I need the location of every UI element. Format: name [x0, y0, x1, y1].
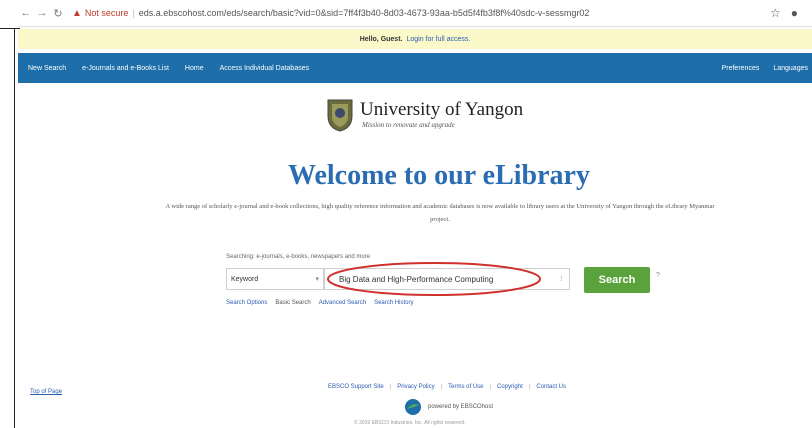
- university-motto: Mission to renovate and upgrade: [362, 121, 455, 129]
- guest-bar: Hello, Guest. Login for full access.: [18, 29, 812, 49]
- back-icon[interactable]: ←: [18, 7, 34, 19]
- nav-preferences[interactable]: Preferences: [722, 65, 760, 72]
- chevron-down-icon: ▾: [315, 276, 319, 283]
- nav-new-search[interactable]: New Search: [28, 65, 66, 72]
- browser-address-bar: ← → ↻ ▲ Not secure | eds.a.ebscohost.com…: [18, 0, 812, 27]
- login-link[interactable]: Login for full access.: [406, 36, 470, 43]
- search-history-link[interactable]: Search History: [374, 300, 413, 306]
- ebsco-logo-icon: [405, 399, 421, 415]
- red-highlight-circle: [327, 262, 541, 296]
- search-sublinks: Search Options Basic Search Advanced Sea…: [226, 300, 413, 306]
- welcome-description: A wide range of scholarly e-journal and …: [165, 203, 715, 223]
- frame-line: [14, 28, 15, 428]
- search-caption: Searching: e-journals, e-books, newspape…: [226, 254, 371, 260]
- profile-icon[interactable]: ●: [791, 6, 798, 20]
- advanced-search-link[interactable]: Advanced Search: [319, 300, 366, 306]
- copyright-text: © 2019 EBSCO Industries, Inc. All rights…: [354, 420, 466, 426]
- powered-by: powered by EBSCOhost: [404, 398, 493, 416]
- url-field[interactable]: eds.a.ebscohost.com/eds/search/basic?vid…: [139, 8, 699, 18]
- top-nav: New Search e-Journals and e-Books List H…: [18, 53, 812, 83]
- basic-search-link[interactable]: Basic Search: [275, 300, 310, 306]
- divider: |: [440, 384, 443, 390]
- divider: |: [389, 384, 392, 390]
- clear-icon[interactable]: ⁝: [560, 274, 563, 283]
- university-logo: University of Yangon Mission to renovate…: [326, 96, 523, 132]
- divider: |: [528, 384, 531, 390]
- search-field-select[interactable]: Keyword ▾: [226, 268, 324, 290]
- search-button[interactable]: Search: [584, 267, 650, 293]
- footer-links: EBSCO Support Site | Privacy Policy | Te…: [328, 384, 566, 390]
- welcome-heading: Welcome to our eLibrary: [288, 160, 590, 191]
- warning-icon: ▲: [72, 7, 82, 19]
- frame-line: [0, 28, 20, 29]
- powered-by-text: powered by EBSCOhost: [428, 404, 494, 410]
- crest-icon: [327, 99, 353, 132]
- footer-terms-link[interactable]: Terms of Use: [448, 384, 483, 390]
- separator: |: [132, 8, 135, 18]
- browser-actions: ☆ ●: [770, 6, 812, 20]
- footer-privacy-link[interactable]: Privacy Policy: [397, 384, 434, 390]
- search-options-link[interactable]: Search Options: [226, 300, 267, 306]
- nav-languages[interactable]: Languages: [773, 65, 808, 72]
- footer-contact-link[interactable]: Contact Us: [536, 384, 566, 390]
- not-secure-label: Not secure: [84, 8, 129, 18]
- footer-copyright-link[interactable]: Copyright: [497, 384, 523, 390]
- divider: |: [489, 384, 492, 390]
- nav-access-databases[interactable]: Access Individual Databases: [220, 65, 310, 72]
- star-icon[interactable]: ☆: [770, 6, 781, 20]
- search-field-value: Keyword: [231, 275, 259, 283]
- forward-icon[interactable]: →: [34, 7, 50, 19]
- university-name: University of Yangon: [360, 99, 524, 120]
- nav-right: Preferences Languages: [722, 65, 812, 72]
- reload-icon[interactable]: ↻: [50, 7, 66, 20]
- guest-greeting: Hello, Guest.: [359, 35, 403, 43]
- footer-support-link[interactable]: EBSCO Support Site: [328, 384, 384, 390]
- top-of-page-link[interactable]: Top of Page: [30, 389, 62, 395]
- nav-home[interactable]: Home: [185, 65, 204, 72]
- nav-ejournals-list[interactable]: e-Journals and e-Books List: [82, 65, 169, 72]
- help-icon[interactable]: ?: [656, 272, 660, 279]
